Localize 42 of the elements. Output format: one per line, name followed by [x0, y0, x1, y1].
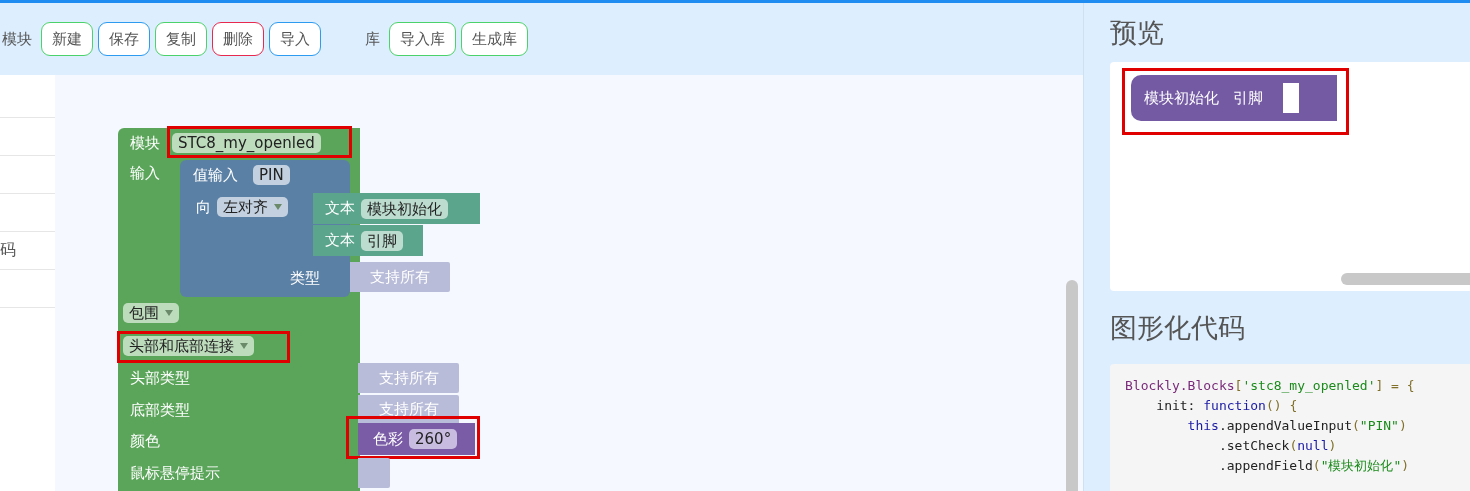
toolbar-button[interactable]: 生成库 [461, 22, 528, 56]
toolbar-button[interactable]: 复制 [155, 22, 207, 56]
name-field[interactable]: PIN [253, 165, 290, 185]
block-label: 值输入 [193, 165, 238, 185]
toolbar-button[interactable]: 保存 [98, 22, 150, 56]
connections-dropdown[interactable]: 包围 [123, 303, 179, 323]
code-line: init: function() { [1155, 397, 1299, 415]
connection-mode-dropdown[interactable]: 头部和底部连接 [123, 336, 254, 356]
toolbar-button[interactable]: 导入 [269, 22, 321, 56]
name-field[interactable]: STC8_my_openled [172, 133, 321, 153]
block-label: 底部类型 [130, 399, 190, 420]
block-label: 向 [196, 197, 211, 217]
toolbar-button[interactable]: 删除 [212, 22, 264, 56]
section-title: 图形化代码 [1110, 314, 1246, 341]
block-text: 模块初始化 [1144, 88, 1219, 108]
caret-icon [274, 204, 282, 210]
group-label: 库 [365, 29, 380, 49]
text-block[interactable]: 文本 模块初始化 [313, 193, 480, 224]
input-socket [1283, 83, 1299, 113]
group-label: 模块 [2, 29, 32, 49]
block-label: 头部类型 [130, 368, 190, 388]
code-line: Blockly.Blocks['stc8_my_openled'] = { [1125, 377, 1416, 395]
list-item[interactable]: 码 [0, 240, 16, 261]
toolbar-button[interactable]: 导入库 [389, 22, 456, 56]
text-block[interactable]: 文本 引脚 [313, 225, 423, 256]
block-label: 鼠标悬停提示 [130, 462, 220, 483]
colour-block[interactable]: 色彩 260° [358, 423, 475, 455]
section-title: 预览 [1110, 19, 1165, 46]
toolbar-button[interactable]: 新建 [41, 22, 93, 56]
align-dropdown[interactable]: 左对齐 [217, 197, 288, 217]
empty-block[interactable] [358, 457, 390, 488]
block-label: 类型 [290, 268, 320, 288]
code-line: .setCheck(null) [1217, 437, 1338, 455]
code-line: this.appendValueInput("PIN") [1186, 417, 1408, 435]
block-label: 颜色 [130, 431, 160, 451]
block-text: 引脚 [1233, 88, 1263, 108]
scrollbar[interactable] [1066, 280, 1078, 491]
caret-icon [240, 343, 248, 349]
block-label: 模块 [130, 133, 160, 153]
caret-icon [165, 310, 173, 316]
block-label: 输入 [130, 163, 160, 183]
code-line: .appendField("模块初始化") [1217, 457, 1411, 475]
